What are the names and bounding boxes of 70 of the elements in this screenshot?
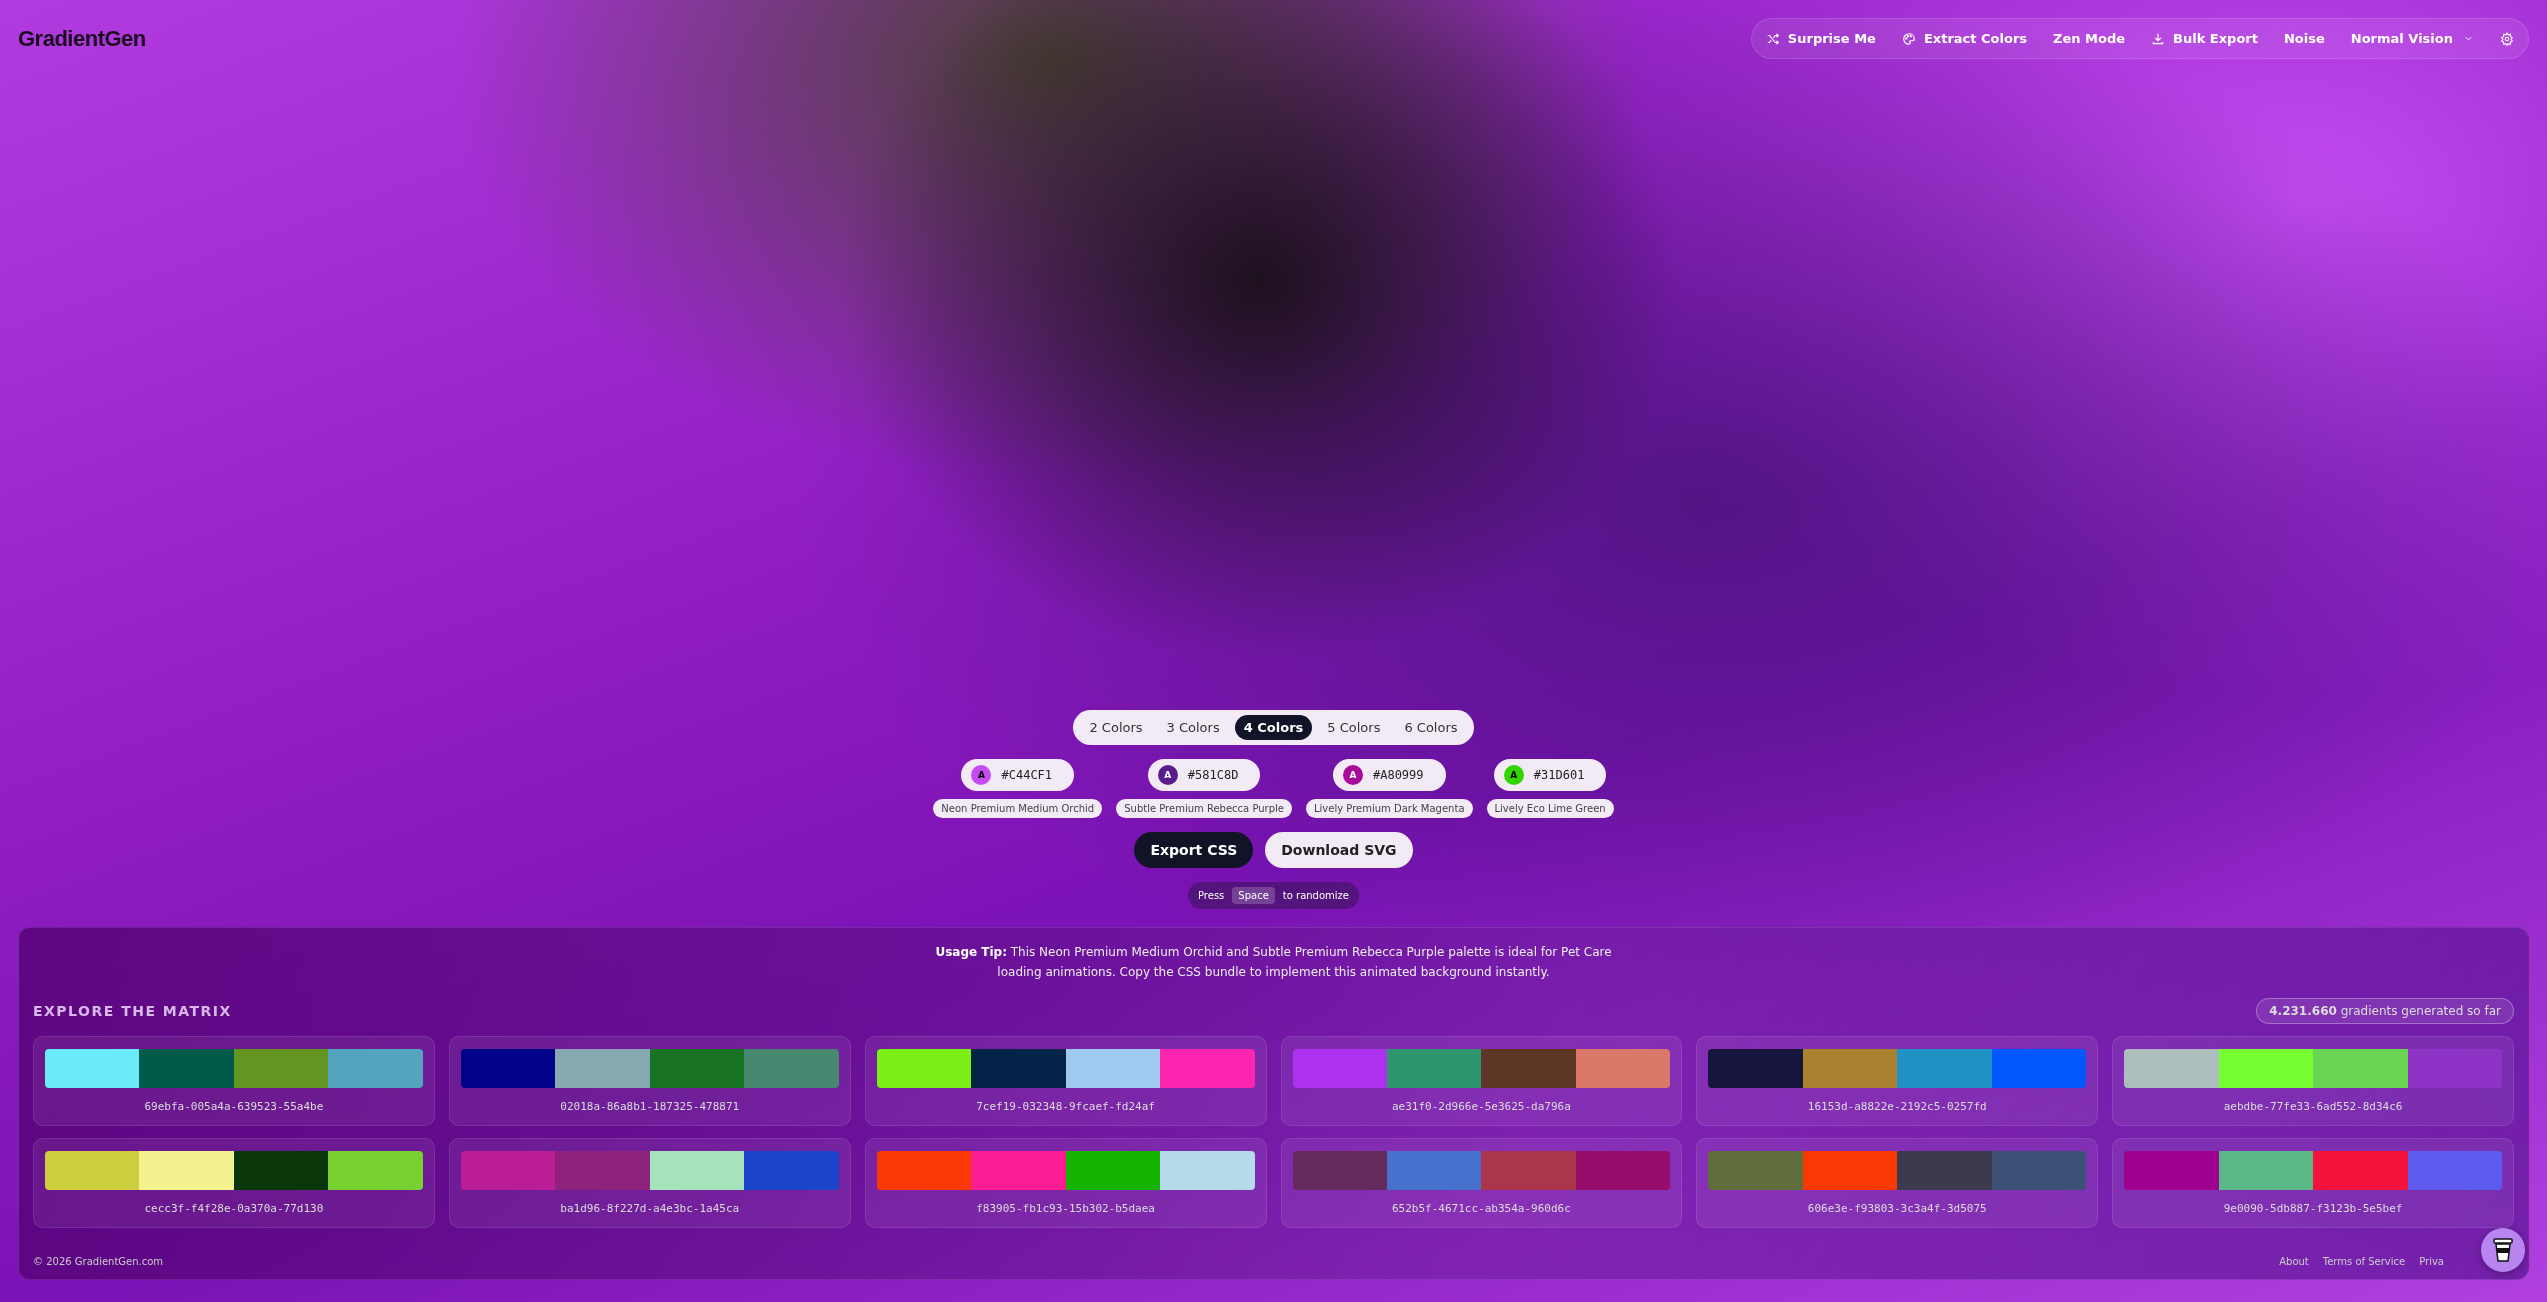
nav-button[interactable]: Bulk Export bbox=[2151, 29, 2258, 48]
gradient-id: 606e3e-f93803-3c3a4f-3d5075 bbox=[1807, 1202, 1987, 1215]
vision-dropdown[interactable]: Normal Vision bbox=[2350, 29, 2474, 48]
settings-icon bbox=[2500, 31, 2514, 46]
footer-link[interactable]: Priva bbox=[2419, 1256, 2444, 1267]
color-pill[interactable]: A #31D601 bbox=[1493, 759, 1607, 791]
gradient-card[interactable]: aebdbe-77fe33-6ad552-8d34c6 bbox=[2112, 1036, 2514, 1126]
color-dot: A bbox=[1157, 765, 1178, 785]
coffee-button[interactable] bbox=[2481, 1228, 2525, 1272]
footer-link[interactable]: About bbox=[2279, 1256, 2309, 1267]
color-count-tab[interactable]: 4 Colors bbox=[1234, 715, 1313, 740]
color-dot: A bbox=[1342, 765, 1363, 785]
color-name: Neon Premium Medium Orchid bbox=[933, 799, 1103, 818]
color-pill[interactable]: A #A80999 bbox=[1332, 759, 1446, 791]
hex-value: #581C8D bbox=[1187, 768, 1239, 782]
copyright: © 2026 GradientGen.com bbox=[33, 1256, 164, 1267]
gradient-card[interactable]: 7cef19-032348-9fcaef-fd24af bbox=[864, 1036, 1267, 1126]
gradient-id: ba1d96-8f227d-a4e3bc-1a45ca bbox=[560, 1202, 740, 1215]
gradient-id: f83905-fb1c93-15b302-b5daea bbox=[976, 1202, 1155, 1215]
color-name: Subtle Premium Rebecca Purple bbox=[1116, 799, 1292, 818]
color-pill[interactable]: A #581C8D bbox=[1147, 759, 1261, 791]
gradient-card[interactable]: ba1d96-8f227d-a4e3bc-1a45ca bbox=[448, 1138, 851, 1228]
gradient-card[interactable]: 02018a-86a8b1-187325-478871 bbox=[448, 1036, 851, 1126]
gradient-id: 9e0090-5db887-f3123b-5e5bef bbox=[2223, 1202, 2403, 1215]
gradient-card[interactable]: cecc3f-f4f28e-0a370a-77d130 bbox=[33, 1138, 435, 1228]
gradient-card[interactable]: 9e0090-5db887-f3123b-5e5bef bbox=[2112, 1138, 2514, 1228]
shuffle-icon bbox=[1765, 31, 1780, 46]
hint-text: Press bbox=[1198, 890, 1225, 901]
section-title: EXPLORE THE MATRIX bbox=[33, 1003, 232, 1019]
gradient-id: 16153d-a8822e-2192c5-0257fd bbox=[1807, 1100, 1987, 1113]
gradient-id: aebdbe-77fe33-6ad552-8d34c6 bbox=[2223, 1100, 2403, 1113]
color-count-tab[interactable]: 3 Colors bbox=[1157, 715, 1229, 740]
gradient-id: cecc3f-f4f28e-0a370a-77d130 bbox=[144, 1202, 324, 1215]
hex-value: #A80999 bbox=[1372, 768, 1424, 782]
color-dot: A bbox=[1503, 765, 1524, 785]
gradient-card[interactable]: 16153d-a8822e-2192c5-0257fd bbox=[1696, 1036, 2099, 1126]
gradient-id: 02018a-86a8b1-187325-478871 bbox=[560, 1100, 740, 1113]
gradient-id: ae31f0-2d966e-5e3625-da796a bbox=[1392, 1100, 1571, 1113]
gradient-card[interactable]: f83905-fb1c93-15b302-b5daea bbox=[864, 1138, 1267, 1228]
gradient-card[interactable]: 606e3e-f93803-3c3a4f-3d5075 bbox=[1696, 1138, 2099, 1228]
gradient-card[interactable]: 69ebfa-005a4a-639523-55a4be bbox=[33, 1036, 435, 1126]
key-label: Space bbox=[1232, 887, 1275, 904]
gradient-card[interactable]: 652b5f-4671cc-ab354a-960d6c bbox=[1280, 1138, 1683, 1228]
color-count-tab[interactable]: 5 Colors bbox=[1318, 715, 1390, 740]
nav-button[interactable]: Extract Colors bbox=[1901, 29, 2028, 48]
download-button[interactable]: Download SVG bbox=[1265, 832, 1413, 868]
hex-value: #31D601 bbox=[1533, 768, 1585, 782]
nav-button[interactable]: Surprise Me bbox=[1765, 29, 1876, 48]
usage-tip: Usage Tip: This Neon Premium Medium Orchid and Subtle Premium Rebecca Purple palette is ideal for Pet Care loading animations. Copy the CSS bundle to implement this animated background instantly. bbox=[934, 944, 1613, 981]
export-button[interactable]: Export CSS bbox=[1134, 832, 1254, 868]
palette-icon bbox=[1901, 31, 1916, 46]
hex-value: #C44CF1 bbox=[1001, 768, 1053, 782]
nav-button[interactable]: Zen Mode bbox=[2053, 29, 2126, 48]
download-icon bbox=[2151, 31, 2166, 46]
color-dot: A bbox=[971, 765, 992, 785]
hint-text: to randomize bbox=[1282, 890, 1349, 901]
color-count-tab[interactable]: 6 Colors bbox=[1395, 715, 1467, 740]
gradient-id: 69ebfa-005a4a-639523-55a4be bbox=[144, 1100, 324, 1113]
nav-button[interactable]: Noise bbox=[2283, 29, 2325, 48]
gradient-card[interactable]: ae31f0-2d966e-5e3625-da796a bbox=[1280, 1036, 1683, 1126]
color-count-tab[interactable]: 2 Colors bbox=[1080, 715, 1152, 740]
gradient-id: 7cef19-032348-9fcaef-fd24af bbox=[976, 1100, 1155, 1113]
footer-link[interactable]: Terms of Service bbox=[2322, 1256, 2406, 1267]
color-pill[interactable]: A #C44CF1 bbox=[961, 759, 1075, 791]
color-name: Lively Eco Lime Green bbox=[1486, 799, 1614, 818]
logo[interactable]: GradientGen bbox=[18, 25, 146, 52]
gradient-id: 652b5f-4671cc-ab354a-960d6c bbox=[1392, 1202, 1571, 1215]
generated-counter: 4.231.660 gradients generated so far bbox=[2256, 998, 2514, 1024]
color-name: Lively Premium Dark Magenta bbox=[1306, 799, 1473, 818]
coffee-cup-icon bbox=[2492, 1237, 2514, 1263]
